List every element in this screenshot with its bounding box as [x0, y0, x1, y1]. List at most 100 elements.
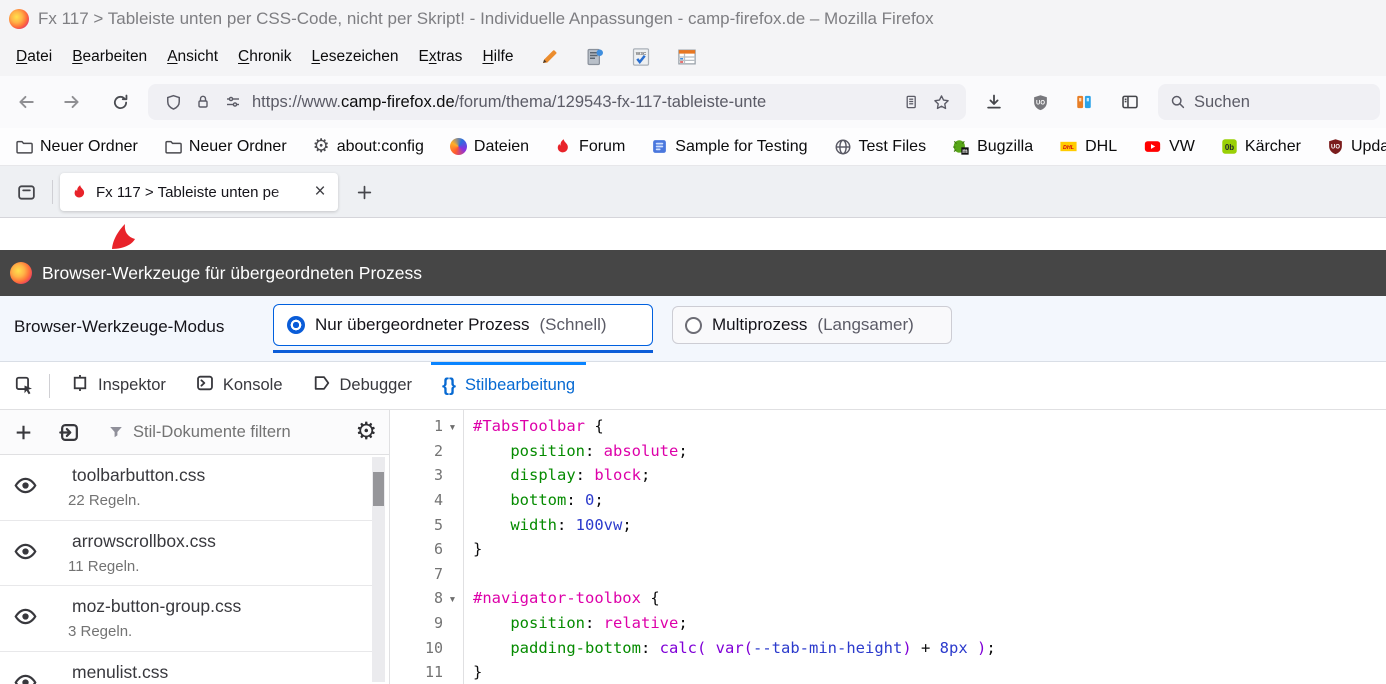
code-line: 11} — [391, 660, 1386, 684]
menu-item-lesezeichen[interactable]: Lesezeichen — [301, 42, 408, 72]
style-editor-options-gear-icon[interactable]: ⚙ — [355, 420, 377, 444]
bookmark-item[interactable]: Neuer Ordner — [15, 138, 138, 156]
bookmark-label: Kärcher — [1245, 138, 1301, 156]
ublock-red-icon: UO — [1327, 138, 1344, 155]
stylesheet-item[interactable]: arrowscrollbox.css11 Regeln. — [0, 521, 375, 587]
container-tabs-icon[interactable] — [1066, 84, 1102, 120]
tab-bar: Fx 117 > Tableiste unten pe × — [0, 166, 1386, 218]
code-text[interactable]: padding-bottom: calc( var(--tab-min-heig… — [462, 639, 996, 657]
bookmark-item[interactable]: VW — [1143, 138, 1195, 156]
table-tool-icon[interactable] — [677, 47, 697, 67]
code-line: 6} — [391, 537, 1386, 562]
scrollbar-thumb[interactable] — [373, 472, 384, 506]
forward-button[interactable] — [54, 84, 90, 120]
code-text[interactable]: position: relative; — [462, 614, 688, 632]
code-text[interactable]: #navigator-toolbox { — [462, 589, 660, 607]
bookmark-label: DHL — [1085, 138, 1117, 156]
import-stylesheet-icon[interactable] — [52, 415, 86, 449]
stylesheet-item[interactable]: toolbarbutton.css22 Regeln. — [0, 455, 375, 521]
firefox-view-icon[interactable] — [8, 174, 44, 210]
code-text[interactable]: display: block; — [462, 466, 650, 484]
bookmark-item[interactable]: DHLDHL — [1059, 138, 1117, 156]
bookmark-item[interactable]: Forum — [555, 138, 625, 156]
new-tab-button[interactable] — [348, 176, 380, 208]
link-checker-icon[interactable] — [585, 47, 605, 67]
css-code-editor[interactable]: 1▼#TabsToolbar {2 position: absolute;3 d… — [391, 410, 1386, 684]
filter-stylesheets[interactable]: Stil-Dokumente filtern — [108, 423, 291, 442]
tab-close-icon[interactable]: × — [308, 180, 332, 204]
line-number: 1 — [391, 417, 443, 435]
devtools-tab-debugger[interactable]: Debugger — [298, 362, 427, 409]
menu-item-extras[interactable]: Extras — [409, 42, 473, 72]
tracking-shield-icon[interactable] — [158, 87, 188, 117]
stylesheet-item[interactable]: moz-button-group.css3 Regeln. — [0, 586, 375, 652]
bookmark-item[interactable]: mBugzilla — [952, 138, 1033, 156]
visibility-eye-icon[interactable] — [14, 673, 37, 684]
radio-unselected-icon[interactable] — [685, 317, 702, 334]
code-text[interactable]: width: 100vw; — [462, 516, 632, 534]
bookmark-item[interactable]: Test Files — [834, 138, 927, 156]
bookmark-item[interactable]: 0bKärcher — [1221, 138, 1301, 156]
stylesheet-list: toolbarbutton.css22 Regeln.arrowscrollbo… — [0, 455, 375, 684]
w3c-validator-icon[interactable]: W3C — [631, 47, 651, 67]
url-text[interactable]: https://www.camp-firefox.de/forum/thema/… — [252, 93, 896, 112]
new-stylesheet-icon[interactable] — [6, 415, 40, 449]
bookmark-star-icon[interactable] — [926, 87, 956, 117]
code-text[interactable]: } — [462, 663, 482, 681]
mode-option-multiprocess[interactable]: Multiprozess (Langsamer) — [672, 306, 952, 344]
line-number: 9 — [391, 614, 443, 632]
line-number: 8 — [391, 589, 443, 607]
mode-row-label: Browser-Werkzeuge-Modus — [14, 317, 224, 337]
search-placeholder: Suchen — [1194, 93, 1250, 112]
search-bar[interactable]: Suchen — [1158, 84, 1380, 120]
menu-item-chronik[interactable]: Chronik — [228, 42, 301, 72]
window-title: Fx 117 > Tableiste unten per CSS-Code, n… — [38, 9, 934, 29]
menu-item-hilfe[interactable]: Hilfe — [472, 42, 523, 72]
code-line: 8▼#navigator-toolbox { — [391, 586, 1386, 611]
svg-text:W3C: W3C — [636, 51, 647, 57]
reader-view-icon[interactable] — [896, 87, 926, 117]
url-path: /forum/thema/129543-fx-117-tableiste-unt… — [455, 93, 767, 111]
code-line: 3 display: block; — [391, 463, 1386, 488]
bookmark-item[interactable]: Dateien — [450, 138, 529, 156]
pick-element-icon[interactable] — [5, 368, 43, 404]
menu-item-bearbeiten[interactable]: Bearbeiten — [62, 42, 157, 72]
code-text[interactable]: #TabsToolbar { — [462, 417, 604, 435]
code-text[interactable]: } — [462, 540, 482, 558]
url-bar[interactable]: https://www.camp-firefox.de/forum/thema/… — [148, 84, 966, 120]
fold-arrow-icon[interactable]: ▼ — [443, 592, 462, 604]
devtools-tab-konsole[interactable]: Konsole — [181, 362, 298, 409]
fold-arrow-icon[interactable]: ▼ — [443, 420, 462, 432]
visibility-eye-icon[interactable] — [14, 542, 37, 566]
bookmark-item[interactable]: UOUpdate — [1327, 138, 1386, 156]
devtools-tab-inspektor[interactable]: Inspektor — [56, 362, 181, 409]
code-text[interactable]: position: absolute; — [462, 442, 688, 460]
menu-item-datei[interactable]: Datei — [6, 42, 62, 72]
back-button[interactable] — [8, 84, 44, 120]
radio-selected-icon[interactable] — [287, 316, 305, 334]
devtools-tab-stilbearbeitung[interactable]: {}Stilbearbeitung — [427, 362, 590, 409]
ublock-gray-icon[interactable]: UO — [1022, 84, 1058, 120]
menu-item-ansicht[interactable]: Ansicht — [157, 42, 228, 72]
stylesheet-rule-count: 3 Regeln. — [68, 623, 132, 640]
mode-option-parent-process[interactable]: Nur übergeordneter Prozess (Schnell) — [273, 304, 653, 346]
reload-button[interactable] — [102, 84, 138, 120]
pencil-icon[interactable] — [539, 47, 559, 67]
visibility-eye-icon[interactable] — [14, 476, 37, 500]
bookmark-label: Test Files — [859, 138, 927, 156]
permissions-icon[interactable] — [218, 87, 248, 117]
code-text[interactable]: bottom: 0; — [462, 491, 604, 509]
devtools-separator — [49, 374, 50, 398]
browser-tab[interactable]: Fx 117 > Tableiste unten pe × — [60, 173, 338, 211]
bookmark-item[interactable]: Sample for Testing — [651, 138, 807, 156]
download-icon[interactable] — [976, 84, 1012, 120]
visibility-eye-icon[interactable] — [14, 607, 37, 631]
bookmark-item[interactable]: ⚙about:config — [313, 137, 424, 156]
bookmark-item[interactable]: Neuer Ordner — [164, 138, 287, 156]
bookmark-label: Neuer Ordner — [189, 138, 287, 156]
sidebar-toggle-icon[interactable] — [1112, 84, 1148, 120]
stylesheet-item[interactable]: menulist.css — [0, 652, 375, 684]
menubar-extension-icons: W3C — [539, 47, 697, 67]
sidebar-scrollbar[interactable] — [372, 457, 385, 682]
lock-icon[interactable] — [188, 87, 218, 117]
